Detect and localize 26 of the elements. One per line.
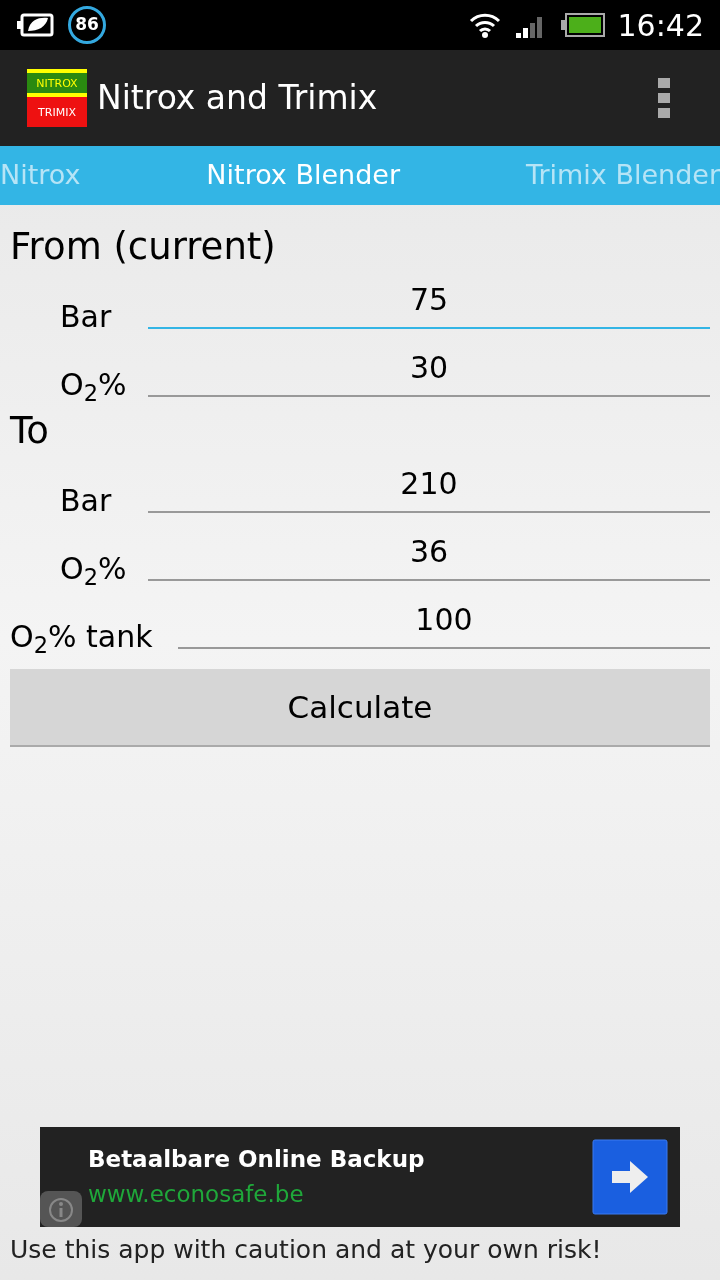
- section-heading: From (current): [10, 224, 277, 270]
- clock: 16:42: [617, 6, 704, 45]
- overflow-menu-icon[interactable]: [658, 78, 670, 118]
- battery-leaf-icon: [16, 11, 56, 39]
- input-field[interactable]: 30: [148, 345, 710, 397]
- app-logo: NITROX TRIMIX: [27, 69, 87, 127]
- input-field[interactable]: 75: [148, 277, 710, 329]
- ad-banner[interactable]: Betaalbare Online Backup www.econosafe.be: [40, 1126, 680, 1227]
- battery-icon: [559, 12, 606, 38]
- ad-url: www.econosafe.be: [88, 1179, 305, 1209]
- ad-title: Betaalbare Online Backup: [88, 1145, 426, 1174]
- calculate-button[interactable]: Calculate: [10, 669, 710, 747]
- notification-badge: 86: [68, 6, 106, 44]
- disclaimer-text: Use this app with caution and at your own risk!: [9, 1233, 603, 1266]
- field-label: Bar: [59, 482, 113, 520]
- field-label: O$_{2}$% tank: [10, 618, 154, 659]
- field-label: O$_{2}$%: [59, 550, 128, 591]
- input-field[interactable]: 100: [178, 597, 710, 649]
- wifi-icon: [467, 11, 502, 39]
- field-label: Bar: [59, 298, 113, 336]
- info-icon[interactable]: [40, 1190, 82, 1227]
- section-heading: To: [10, 408, 50, 454]
- field-label: O$_{2}$%: [59, 366, 128, 407]
- input-field[interactable]: 210: [148, 461, 710, 513]
- app-title: Nitrox and Trimix: [97, 77, 379, 120]
- input-field[interactable]: 36: [148, 529, 710, 581]
